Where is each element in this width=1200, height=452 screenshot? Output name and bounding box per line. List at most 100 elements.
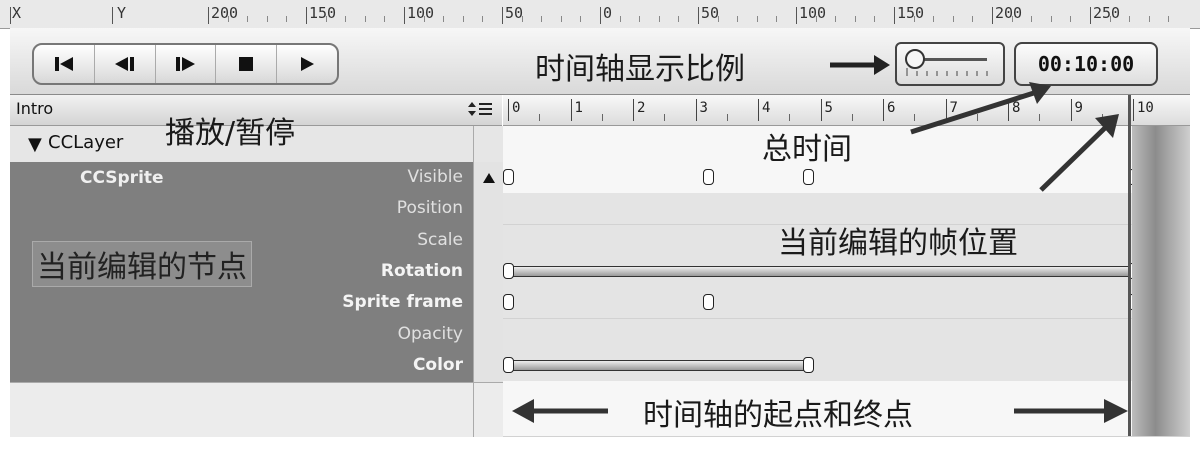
property-label[interactable]: Position <box>397 198 463 218</box>
keyframe[interactable] <box>703 169 714 185</box>
annotation-zoom-scale: 时间轴显示比例 <box>535 52 745 87</box>
stop-icon <box>239 57 254 71</box>
tween-bar[interactable] <box>508 265 1135 277</box>
ruler-label: 200 <box>995 4 1023 22</box>
property-label[interactable]: Sprite frame <box>342 292 463 312</box>
timeline-minor-tick <box>726 114 728 121</box>
timeline-tick-label: 2 <box>637 100 646 116</box>
expand-arrow-icon[interactable] <box>482 172 496 184</box>
annotation-start-end: 时间轴的起点和终点 <box>643 398 913 433</box>
y-axis-label: Y <box>117 4 127 22</box>
ruler-minor-tick <box>1168 16 1170 22</box>
play-icon <box>301 57 315 71</box>
sequence-name[interactable]: Intro <box>16 99 53 118</box>
timeline-end-region <box>1132 126 1190 436</box>
property-label[interactable]: Scale <box>417 230 463 250</box>
ruler-minor-tick <box>678 16 680 22</box>
ruler-minor-tick <box>1050 16 1052 22</box>
property-label[interactable]: Rotation <box>381 261 463 281</box>
ruler-minor-tick <box>266 16 268 22</box>
ruler-minor-tick <box>619 16 621 22</box>
ruler-minor-tick <box>364 16 366 22</box>
property-label[interactable]: Visible <box>407 167 463 187</box>
ruler-tick <box>208 7 209 24</box>
ruler-minor-tick <box>815 16 817 22</box>
sprite-node-label[interactable]: CCSprite <box>80 168 164 188</box>
ruler-minor-tick <box>1070 16 1072 22</box>
timeline-tick <box>883 99 884 121</box>
ruler-minor-tick <box>1129 16 1131 22</box>
step-forward-button[interactable] <box>156 45 217 83</box>
keyframe[interactable] <box>703 294 714 311</box>
ruler-minor-tick <box>1148 16 1150 22</box>
disclosure-triangle-icon[interactable]: ▼ <box>28 134 42 155</box>
track-row[interactable] <box>503 318 1190 351</box>
keyframe[interactable] <box>503 356 514 373</box>
ruler-minor-tick <box>1109 16 1111 22</box>
timeline-minor-tick <box>539 114 541 121</box>
timeline-tick-label: 1 <box>574 100 583 116</box>
ruler-minor-tick <box>874 16 876 22</box>
tree-gutter-bottom <box>473 382 504 437</box>
ruler-minor-tick <box>227 16 229 22</box>
keyframe[interactable] <box>503 169 514 185</box>
arrow-icon <box>512 399 608 423</box>
timeline-tick <box>508 99 509 121</box>
ruler-minor-tick <box>756 16 758 22</box>
skip-to-start-button[interactable] <box>34 45 95 83</box>
ruler-label: 50 <box>505 4 524 22</box>
timeline-tick-label: 4 <box>762 100 771 116</box>
ruler-minor-tick <box>482 16 484 22</box>
track-row[interactable] <box>503 287 1190 320</box>
timeline-tick <box>820 99 822 121</box>
ruler-tick <box>698 7 699 24</box>
layer-node-label: CCLayer <box>48 132 124 153</box>
annotation-play-pause: 播放/暂停 <box>165 116 296 151</box>
ruler-label: 100 <box>407 4 435 22</box>
ruler-minor-tick <box>1031 16 1033 22</box>
ruler-minor-tick <box>443 16 445 22</box>
x-axis-label: X <box>12 4 22 22</box>
ruler-minor-tick <box>580 16 582 22</box>
sort-menu-icon[interactable] <box>464 100 494 122</box>
property-label[interactable]: Opacity <box>398 324 463 344</box>
stop-button[interactable] <box>216 45 278 83</box>
ruler-tick <box>306 7 307 24</box>
zoom-scale-ticks <box>906 68 988 76</box>
ruler-tick <box>502 7 503 24</box>
tree-empty-area <box>10 382 473 437</box>
ruler-minor-tick <box>835 16 837 22</box>
ruler-minor-tick <box>541 16 543 22</box>
timeline-tick <box>758 99 759 121</box>
play-button[interactable] <box>277 45 337 83</box>
property-label[interactable]: Color <box>413 355 463 375</box>
ruler-tick <box>600 7 601 24</box>
keyframe[interactable] <box>503 262 514 279</box>
ruler-minor-tick <box>345 16 347 22</box>
tween-bar[interactable] <box>508 359 810 371</box>
ruler-minor-tick <box>286 16 288 22</box>
ruler-minor-tick <box>972 16 974 22</box>
timeline-tick <box>1133 99 1134 121</box>
annotation-current-node: 当前编辑的节点 <box>37 250 247 285</box>
ruler-minor-tick <box>1011 16 1013 22</box>
timeline-minor-tick <box>851 114 853 121</box>
keyframe[interactable] <box>803 356 814 373</box>
annotation-total-time: 总时间 <box>762 132 852 167</box>
timeline-tick <box>695 99 697 121</box>
timeline-tick-label: 0 <box>512 100 521 116</box>
timeline-minor-tick <box>601 114 603 121</box>
ruler-minor-tick <box>913 16 915 22</box>
tree-gutter <box>473 126 504 163</box>
timeline-tick <box>633 99 634 121</box>
ruler-minor-tick <box>933 16 935 22</box>
ruler-minor-tick <box>737 16 739 22</box>
ruler-label: 150 <box>897 4 925 22</box>
timeline-tick-label: 10 <box>1137 100 1154 116</box>
playhead[interactable] <box>1128 95 1131 436</box>
keyframe[interactable] <box>503 294 514 311</box>
timeline-minor-tick <box>789 114 791 121</box>
step-back-button[interactable] <box>95 45 156 83</box>
keyframe[interactable] <box>803 169 814 185</box>
ruler-minor-tick <box>639 16 641 22</box>
